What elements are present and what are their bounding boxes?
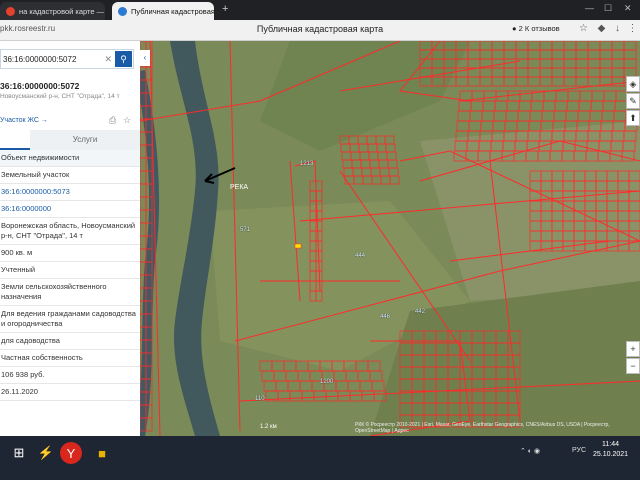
collapse-panel-button[interactable]: ‹	[140, 50, 150, 66]
layers-icon[interactable]: ◈	[626, 76, 640, 92]
attribute-row: Частная собственность	[0, 350, 140, 367]
attribute-row: 26.11.2020	[0, 384, 140, 401]
attribute-row: Земельный участок	[0, 167, 140, 184]
menu-icon[interactable]: ⋮	[627, 23, 638, 34]
attribute-row: для садоводства	[0, 333, 140, 350]
object-info-panel: 36:16:0000000:5072 ✕ ⚲ 36:16:0000000:507…	[0, 41, 140, 436]
tab-title: Публичная кадастровая	[131, 6, 214, 16]
maximize-button[interactable]: ☐	[604, 3, 612, 14]
location-icon[interactable]: ⬆	[626, 110, 640, 126]
taskbar: ⊞ ⚡ Y ■ ⌃ ◐ ◉ РУС 11:44 25.10.2021	[0, 436, 640, 480]
browser-tab-2[interactable]: Публичная кадастровая ✕	[112, 2, 214, 20]
language-indicator[interactable]: РУС	[572, 447, 586, 454]
star-icon[interactable]: ☆	[123, 115, 131, 126]
minimize-button[interactable]: —	[585, 3, 594, 13]
tray-icons[interactable]: ⌃ ◐ ◉	[520, 447, 540, 455]
tab-title: на кадастровой карте —	[19, 6, 105, 16]
browser-tab-1[interactable]: на кадастровой карте — ✕	[0, 2, 105, 20]
bookmark-icon[interactable]: ☆	[578, 23, 589, 34]
attribute-row: Воронежская область, Новоусманский р-н, …	[0, 218, 140, 245]
extension-icon[interactable]: ◆	[596, 23, 607, 34]
cadastral-map[interactable]: РЕКА 444 442 446 571 1213 1200 110 ◈ ✎ ⬆…	[140, 41, 640, 436]
attribute-list: Объект недвижимости Земельный участок 36:1…	[0, 150, 140, 401]
parcel-label: 1213	[300, 161, 314, 167]
download-icon[interactable]: ↓	[612, 23, 623, 34]
favicon-icon	[6, 6, 15, 16]
time: 11:44	[602, 441, 620, 448]
date: 25.10.2021	[593, 451, 629, 458]
attribute-row: 900 кв. м	[0, 245, 140, 262]
search-box[interactable]: 36:16:0000000:5072 ✕ ⚲	[0, 49, 134, 69]
clock[interactable]: 11:44 25.10.2021	[593, 440, 628, 460]
game-icon[interactable]: ■	[89, 440, 115, 466]
attribute-row: Для ведения гражданами садоводства и ого…	[0, 306, 140, 333]
print-icon[interactable]: ⎙	[109, 115, 116, 126]
zhs-link[interactable]: Участок ЖС →	[0, 117, 48, 124]
zoom-out-button[interactable]: −	[626, 358, 640, 374]
satellite-map	[140, 41, 640, 436]
parcel-label: 446	[380, 314, 391, 320]
browser-tab-bar: на кадастровой карте — ✕ Публичная кадас…	[0, 0, 640, 20]
search-input[interactable]: 36:16:0000000:5072	[3, 55, 76, 64]
start-icon[interactable]: ⊞	[6, 440, 32, 466]
app-icon[interactable]: ⚡	[33, 440, 59, 466]
search-button[interactable]: ⚲	[115, 51, 132, 67]
attribute-row: 106 938 руб.	[0, 367, 140, 384]
edit-icon[interactable]: ✎	[626, 93, 640, 109]
zoom-in-button[interactable]: +	[626, 341, 640, 357]
parcel-label: 442	[415, 309, 426, 315]
attribute-row: Земли сельскохозяйственного назначения	[0, 279, 140, 306]
object-address-short: Новоусманский р-н, СНТ "Отрада", 14 т	[0, 93, 120, 100]
parcel-label: 110	[255, 396, 265, 402]
address-bar: pkk.rosreestr.ru Публичная кадастровая к…	[0, 20, 640, 41]
favicon-icon	[118, 6, 127, 16]
attribute-row[interactable]: 36:16:0000000	[0, 201, 140, 218]
tab-services[interactable]: Услуги	[30, 130, 140, 150]
search-icon: ⚲	[120, 54, 127, 64]
parcel-label: 1200	[320, 379, 334, 385]
reviews-link[interactable]: ● 2 К отзывов	[512, 24, 560, 33]
close-tab-icon[interactable]: ✕	[104, 7, 105, 16]
parcel-label: 444	[355, 253, 366, 259]
new-tab-button[interactable]: +	[222, 3, 228, 15]
attribute-row: Объект недвижимости	[0, 150, 140, 167]
panel-tabs: Услуги	[0, 130, 140, 150]
clear-icon[interactable]: ✕	[104, 54, 112, 65]
yandex-browser-icon[interactable]: Y	[60, 442, 82, 464]
parcel-label: 571	[240, 227, 251, 233]
object-number: 36:16:0000000:5072	[0, 81, 80, 91]
attribute-row[interactable]: 36:16:0000000:5073	[0, 184, 140, 201]
attribute-row: Учтенный	[0, 262, 140, 279]
tab-info[interactable]	[0, 130, 30, 150]
river-label: РЕКА	[230, 184, 249, 191]
close-window-button[interactable]: ✕	[624, 3, 632, 14]
map-scale: 1.2 км	[260, 424, 277, 430]
map-copyright: РКК © Росреестр 2010-2021 | Esri, Maxar,…	[355, 422, 610, 434]
chat-icon: ●	[512, 24, 517, 33]
